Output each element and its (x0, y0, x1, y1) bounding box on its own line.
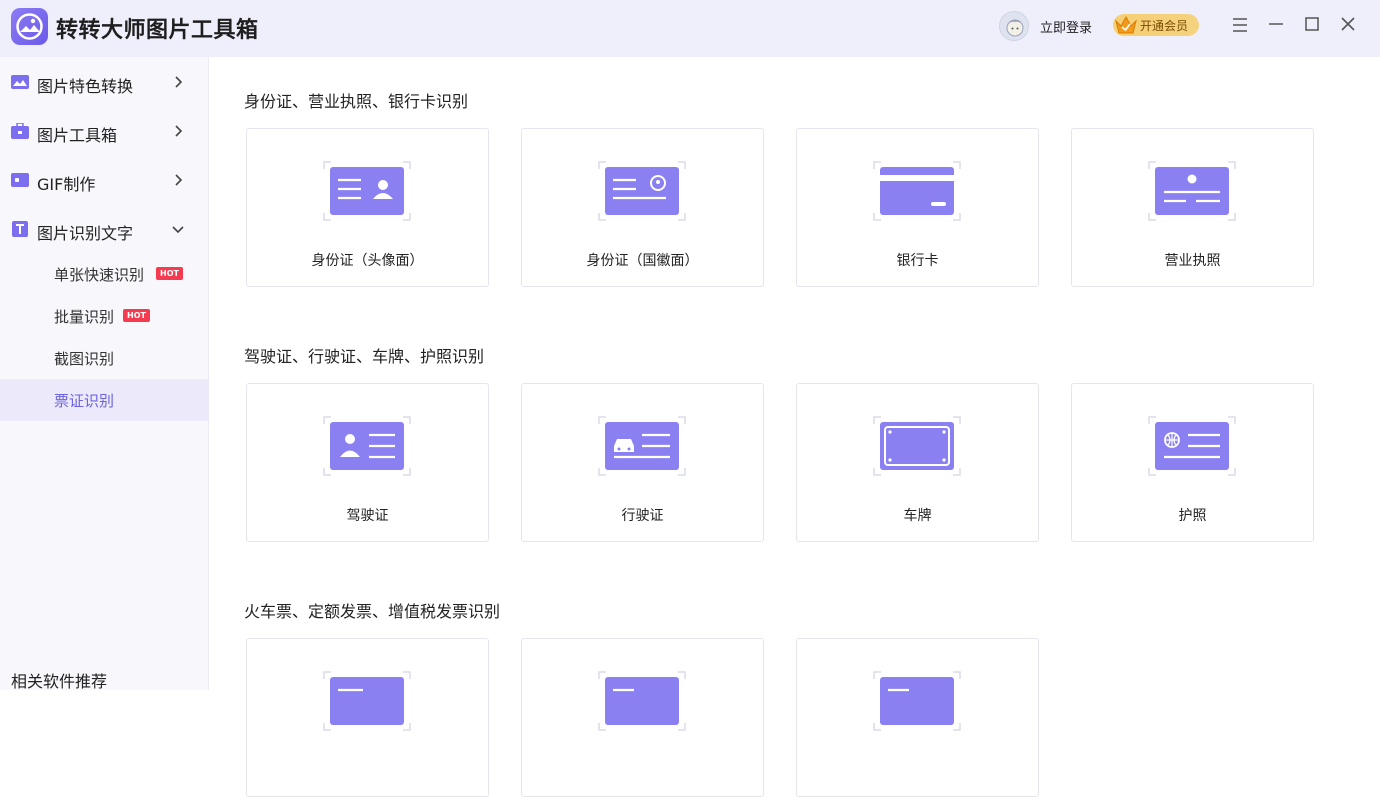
section-title: 身份证、营业执照、银行卡识别 (244, 92, 469, 111)
sidebar-item-label: GIF制作 (37, 175, 96, 194)
card-id-back[interactable]: 身份证（国徽面） (521, 128, 764, 287)
passport-icon (1148, 416, 1236, 476)
driver-license-icon (323, 416, 411, 476)
quota-invoice-icon (598, 671, 686, 731)
card-label: 身份证（头像面） (311, 253, 424, 269)
card-bank-card[interactable]: 银行卡 (796, 128, 1039, 287)
id-card-back-icon (598, 161, 686, 221)
hot-badge: HOT (156, 267, 183, 280)
sidebar-item-label: 图片特色转换 (37, 77, 134, 96)
text-recognition-icon (12, 221, 28, 237)
related-software-link[interactable]: 相关软件推荐 (11, 668, 107, 692)
user-avatar[interactable] (999, 11, 1029, 41)
hot-badge: HOT (123, 309, 150, 322)
sidebar-item-toolbox[interactable]: 图片工具箱 (0, 111, 209, 151)
card-label: 车牌 (903, 508, 932, 524)
close-button[interactable] (1335, 12, 1361, 38)
sidebar-subitem-label: 票证识别 (54, 392, 115, 410)
minimize-icon (1269, 23, 1283, 25)
menu-icon (1233, 18, 1247, 32)
card-business-license[interactable]: 营业执照 (1071, 128, 1314, 287)
app-title: 转转大师图片工具箱 (56, 18, 259, 43)
chevron-right-icon (175, 76, 183, 88)
license-plate-icon (873, 416, 961, 476)
card-label: 银行卡 (896, 253, 939, 269)
card-train-ticket[interactable] (246, 638, 489, 797)
card-license-plate[interactable]: 车牌 (796, 383, 1039, 542)
bank-card-icon (873, 161, 961, 221)
card-label: 行驶证 (621, 508, 664, 524)
close-icon (1341, 17, 1355, 31)
sidebar-subitem-single[interactable]: 单张快速识别 HOT (0, 253, 209, 295)
card-quota-invoice[interactable] (521, 638, 764, 797)
title-bar: 转转大师图片工具箱 立即登录 开通会员 (0, 0, 1380, 57)
card-label: 营业执照 (1164, 253, 1221, 269)
chevron-right-icon (175, 125, 183, 137)
sidebar-subitem-label: 截图识别 (54, 350, 115, 368)
sidebar-subitem-ticket[interactable]: 票证识别 (0, 379, 209, 421)
sidebar-item-label: 图片识别文字 (37, 224, 134, 243)
sidebar-item-image-convert[interactable]: 图片特色转换 (0, 62, 209, 102)
sidebar-subitem-screenshot[interactable]: 截图识别 (0, 337, 209, 379)
vip-label: 开通会员 (1140, 19, 1189, 33)
crown-icon (1115, 15, 1137, 34)
card-id-front[interactable]: 身份证（头像面） (246, 128, 489, 287)
card-label: 驾驶证 (346, 508, 389, 524)
sidebar-item-label: 图片工具箱 (37, 126, 118, 145)
sidebar-subitem-label: 批量识别 (54, 308, 115, 326)
sidebar-item-text-recognition[interactable]: 图片识别文字 (0, 209, 209, 249)
section-title: 驾驶证、行驶证、车牌、护照识别 (244, 347, 485, 366)
image-convert-icon (11, 75, 29, 89)
section-title: 火车票、定额发票、增值税发票识别 (244, 602, 501, 621)
vehicle-license-icon (598, 416, 686, 476)
minimize-button[interactable] (1263, 12, 1289, 38)
train-ticket-icon (323, 671, 411, 731)
card-passport[interactable]: 护照 (1071, 383, 1314, 542)
sidebar-subitem-label: 单张快速识别 (54, 266, 145, 284)
login-link[interactable]: 立即登录 (1040, 17, 1092, 36)
card-label: 身份证（国徽面） (586, 253, 699, 269)
card-vat-invoice[interactable] (796, 638, 1039, 797)
gif-icon (11, 173, 29, 187)
sidebar-item-gif[interactable]: GIF制作 (0, 160, 209, 200)
maximize-button[interactable] (1299, 12, 1325, 38)
business-license-icon (1148, 161, 1236, 221)
sidebar: 图片特色转换 图片工具箱 GIF制作 图片识别文字 单张快速识别 HOT 批量识… (0, 57, 209, 692)
vip-button[interactable]: 开通会员 (1113, 14, 1199, 36)
card-label: 护照 (1178, 508, 1207, 524)
app-logo-icon (11, 8, 48, 45)
card-vehicle-license[interactable]: 行驶证 (521, 383, 764, 542)
maximize-icon (1305, 17, 1319, 31)
chevron-right-icon (175, 174, 183, 186)
card-driver-license[interactable]: 驾驶证 (246, 383, 489, 542)
vat-invoice-icon (873, 671, 961, 731)
id-card-front-icon (323, 161, 411, 221)
chevron-down-icon (172, 226, 184, 234)
sidebar-subitem-batch[interactable]: 批量识别 HOT (0, 295, 209, 337)
menu-button[interactable] (1227, 12, 1253, 38)
toolbox-icon (11, 123, 29, 139)
